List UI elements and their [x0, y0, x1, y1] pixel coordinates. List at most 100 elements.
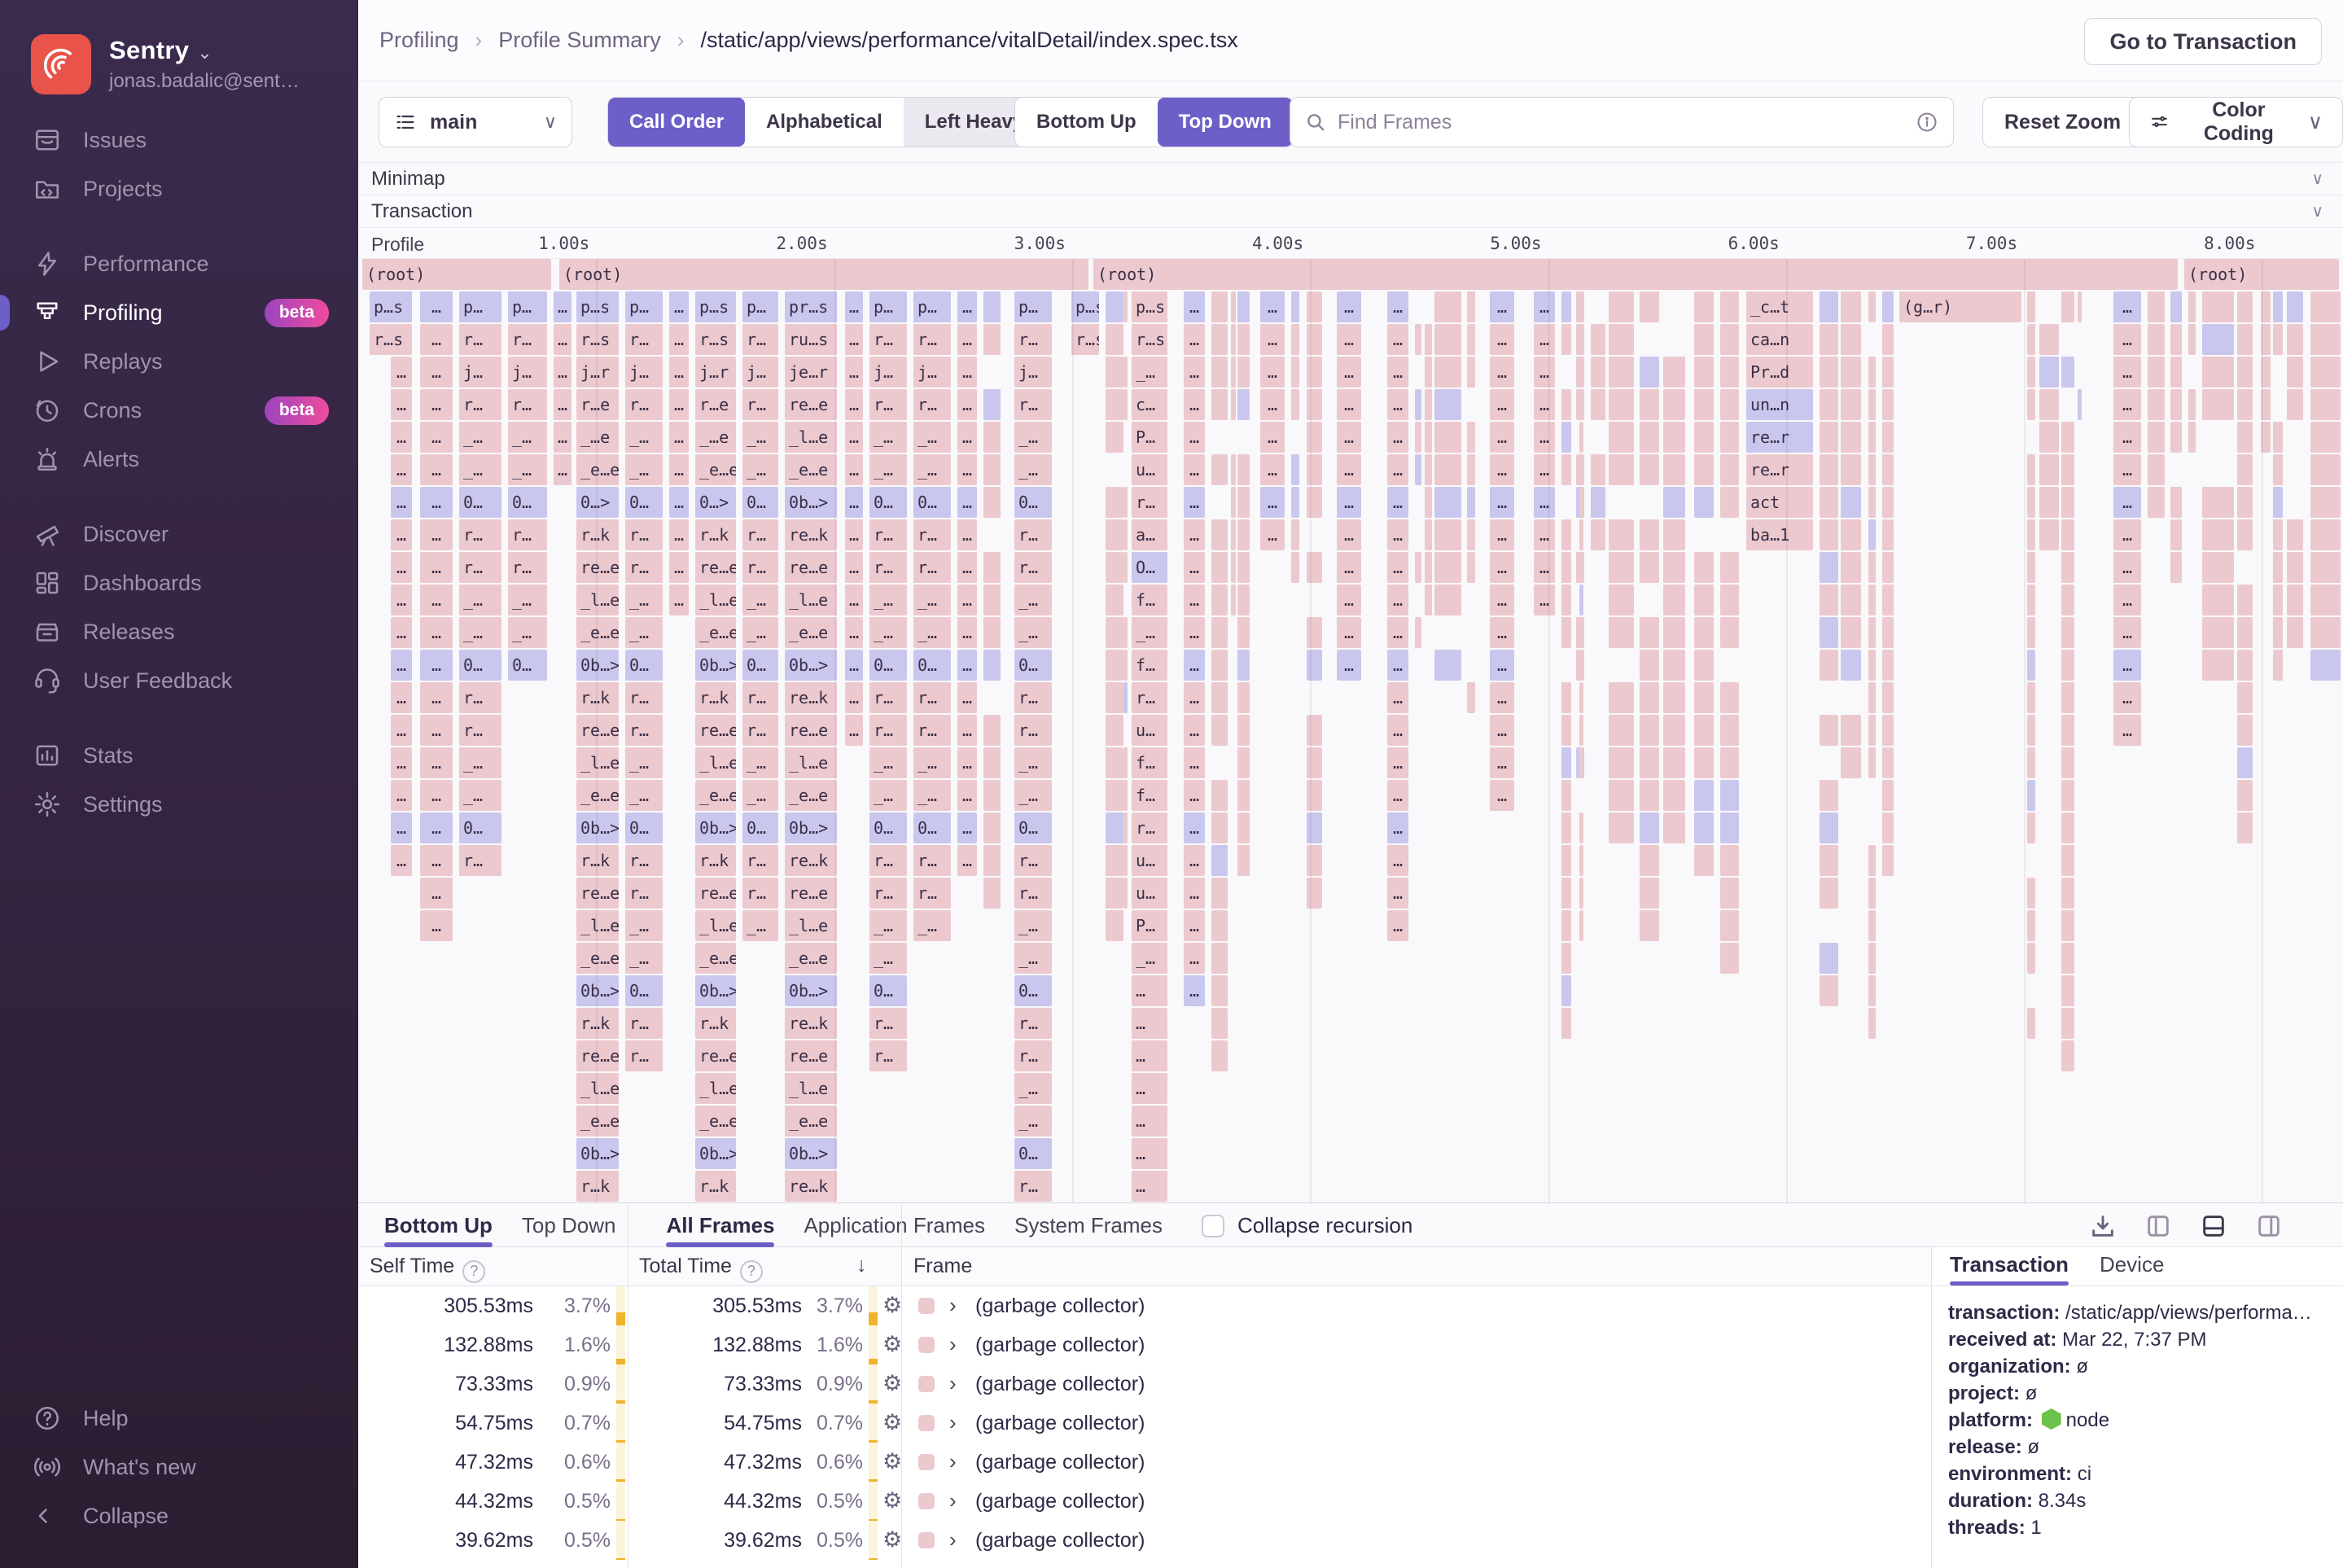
flame-frame[interactable]	[1820, 487, 1838, 518]
flame-frame-[interactable]: _…	[508, 454, 547, 485]
flame-frame-[interactable]: …	[845, 357, 863, 388]
flame-frame-[interactable]: …	[1490, 454, 1514, 485]
flame-frame-[interactable]: _…	[913, 585, 951, 615]
flame-frame[interactable]	[2237, 682, 2253, 713]
flame-frame[interactable]	[1820, 422, 1838, 453]
flame-frame-r[interactable]: r…	[625, 324, 663, 355]
flame-frame[interactable]	[1720, 682, 1739, 713]
flame-frame-[interactable]: …	[1184, 845, 1205, 876]
flame-frame-r[interactable]: r…	[625, 878, 663, 909]
flame-frame[interactable]	[1841, 422, 1861, 453]
flame-frame-[interactable]: …	[1534, 552, 1555, 583]
flame-frame[interactable]	[1579, 812, 1583, 843]
expand-chevron-icon[interactable]: ›	[949, 1449, 957, 1474]
flame-frame[interactable]	[1425, 552, 1432, 583]
flame-frame-0[interactable]: 0…	[625, 812, 663, 843]
flame-frame-[interactable]: …	[2113, 357, 2141, 388]
flame-frame[interactable]	[2061, 878, 2074, 909]
flame-frame[interactable]	[1882, 780, 1894, 811]
flame-frame[interactable]	[1868, 682, 1876, 713]
flame-frame-unn[interactable]: un…n	[1746, 389, 1813, 420]
flame-frame[interactable]	[1467, 454, 1475, 485]
flame-frame[interactable]	[1561, 422, 1571, 453]
flame-frame[interactable]	[2202, 389, 2234, 420]
flame-frame-jr[interactable]: j…r	[695, 357, 736, 388]
flame-frame-rek[interactable]: re…k	[785, 845, 837, 876]
flame-frame-[interactable]: …	[957, 519, 977, 550]
flame-frame-ee[interactable]: _e…e	[695, 780, 736, 811]
flame-frame[interactable]	[1694, 715, 1714, 746]
flame-frame-p[interactable]: p…	[508, 291, 547, 322]
flame-frame[interactable]	[983, 585, 1001, 615]
flame-frame[interactable]	[1231, 454, 1236, 485]
flame-frame-[interactable]: …	[845, 552, 863, 583]
flame-frame[interactable]	[1434, 487, 1461, 518]
flame-frame-ree[interactable]: re…e	[695, 878, 736, 909]
flame-frame[interactable]	[1561, 780, 1571, 811]
flame-frame-[interactable]: …	[957, 422, 977, 453]
layout-right-icon[interactable]	[2255, 1212, 2283, 1240]
flame-frame[interactable]	[2310, 552, 2341, 583]
flame-frame-root[interactable]: (root)	[1093, 259, 2178, 290]
flame-frame[interactable]	[1820, 780, 1838, 811]
flame-frame[interactable]	[1868, 975, 1876, 1006]
flame-frame-r[interactable]: r…	[869, 324, 907, 355]
flame-frame-[interactable]: …	[1184, 878, 1205, 909]
flame-frame-[interactable]: …	[420, 617, 453, 648]
flame-frame[interactable]	[1291, 552, 1299, 583]
flame-frame[interactable]	[1211, 1040, 1228, 1071]
flame-frame[interactable]	[2061, 487, 2074, 518]
flame-frame[interactable]	[1106, 585, 1123, 615]
flame-frame[interactable]	[2027, 682, 2035, 713]
flame-frame[interactable]	[2039, 422, 2059, 453]
flame-frame-[interactable]: …	[1184, 585, 1205, 615]
flame-frame[interactable]	[1123, 780, 1128, 811]
flame-frame[interactable]	[2078, 291, 2082, 322]
flame-frame-r[interactable]: r…	[742, 519, 778, 550]
flame-frame[interactable]	[1694, 747, 1714, 778]
flame-frame-ps[interactable]: p…s	[1071, 291, 1099, 322]
sidebar-item-dashboards[interactable]: Dashboards	[0, 558, 358, 607]
flame-frame-[interactable]: _…	[1014, 780, 1052, 811]
flame-frame[interactable]	[2061, 812, 2074, 843]
flame-frame[interactable]	[1579, 715, 1583, 746]
flame-frame-0[interactable]: 0…	[459, 812, 501, 843]
flame-frame[interactable]	[1307, 389, 1322, 420]
flame-frame[interactable]	[1609, 585, 1634, 615]
flame-frame-[interactable]: …	[957, 650, 977, 681]
flame-frame[interactable]	[1211, 1008, 1228, 1039]
flame-frame[interactable]	[1237, 715, 1250, 746]
flame-frame[interactable]	[1467, 552, 1475, 583]
flame-frame-[interactable]: …	[845, 650, 863, 681]
flame-frame-0b[interactable]: 0b…>	[695, 975, 736, 1006]
flame-frame-rer[interactable]: re…r	[1746, 422, 1813, 453]
sidebar-item-crons[interactable]: Crons beta	[0, 386, 358, 435]
flame-frame-[interactable]: …	[1184, 324, 1205, 355]
flame-frame-[interactable]: …	[1387, 585, 1408, 615]
flame-frame-rek[interactable]: re…k	[785, 1171, 837, 1202]
flame-frame[interactable]	[1415, 617, 1421, 648]
flame-frame-[interactable]: _…	[508, 585, 547, 615]
flame-frame[interactable]	[1720, 552, 1739, 583]
flame-frame[interactable]	[983, 552, 1001, 583]
flame-frame[interactable]	[2287, 389, 2303, 420]
flame-frame[interactable]	[1720, 291, 1739, 322]
flame-frame-r[interactable]: r…	[459, 682, 501, 713]
flame-frame[interactable]	[1415, 324, 1421, 355]
flame-frame[interactable]	[1434, 585, 1461, 615]
flame-frame[interactable]	[1106, 487, 1123, 518]
flame-frame[interactable]	[2202, 585, 2234, 615]
flame-frame[interactable]	[1841, 487, 1861, 518]
flame-frame[interactable]	[1609, 422, 1634, 453]
flame-frame[interactable]	[2039, 454, 2059, 485]
flame-frame-[interactable]: …	[420, 454, 453, 485]
flame-frame[interactable]	[1579, 682, 1583, 713]
flame-frame[interactable]	[1579, 454, 1583, 485]
flame-frame[interactable]	[2061, 552, 2074, 583]
flame-frame[interactable]	[1882, 650, 1894, 681]
flame-frame-[interactable]: _…	[1014, 422, 1052, 453]
flame-frame-[interactable]: …	[1337, 552, 1361, 583]
flame-frame-[interactable]: …	[1184, 747, 1205, 778]
flame-frame[interactable]	[1425, 357, 1432, 388]
flame-frame[interactable]	[1841, 747, 1861, 778]
